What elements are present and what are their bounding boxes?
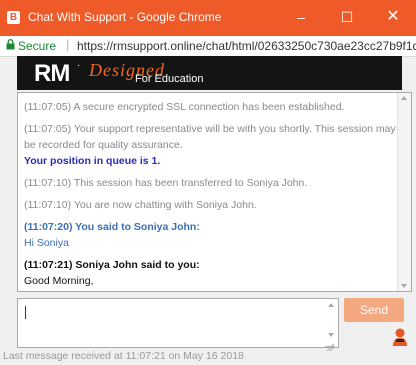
input-scrollbar[interactable] [325,300,337,352]
message-input-decor [17,298,339,352]
for-education-tagline: For Education [135,73,204,85]
user-message: (11:07:20) You said to Soniya John: Hi S… [24,219,396,251]
window-title: Chat With Support - Google Chrome [28,10,222,24]
user-message-body: Hi Soniya [24,237,69,249]
input-scroll-down-arrow[interactable] [328,333,334,337]
url-text[interactable]: https://rmsupport.online/chat/html/02633… [77,39,416,53]
rm-logo-mark: · [77,60,81,71]
maximize-button[interactable]: ☐ [324,0,370,36]
address-bar[interactable]: Secure | https://rmsupport.online/chat/h… [0,36,416,57]
text-caret [25,306,26,319]
lock-icon [6,39,15,53]
chat-scrollbar[interactable] [397,93,411,291]
chat-messages: (11:07:05) A secure encrypted SSL connec… [24,99,396,291]
secure-label: Secure [18,39,57,53]
rm-banner: RM · Designed For Education [17,56,402,90]
queue-position-message: Your position in queue is 1. [24,155,161,167]
agent-message-header: (11:07:21) Soniya John said to you: [24,259,200,271]
minimize-button[interactable]: – [278,0,324,36]
user-message-header: (11:07:20) You said to Soniya John: [24,221,200,233]
send-button[interactable]: Send [344,298,404,322]
resize-grip-icon[interactable] [325,338,335,352]
input-scroll-up-arrow[interactable] [328,303,334,307]
last-message-status: Last message received at 11:07:21 on May… [3,350,244,362]
agent-person-icon [392,327,408,347]
rm-logo: RM [34,60,70,87]
system-message: (11:07:05) Your support representative w… [24,123,396,151]
agent-message: (11:07:21) Soniya John said to you: Good… [24,257,396,289]
system-message: (11:07:10) You are now chatting with Son… [24,199,257,211]
system-message: (11:07:10) This session has been transfe… [24,177,308,189]
agent-message-body: Good Morning, [24,275,94,287]
system-message: (11:07:05) A secure encrypted SSL connec… [24,101,345,113]
title-bar: B Chat With Support - Google Chrome – ☐ … [0,0,416,36]
address-separator: | [66,37,70,52]
scroll-up-arrow[interactable] [401,96,407,100]
system-message-block: (11:07:05) Your support representative w… [24,121,396,169]
close-button[interactable]: ✕ [370,0,416,36]
app-icon: B [7,11,20,24]
scroll-down-arrow[interactable] [401,284,407,288]
chat-transcript[interactable]: (11:07:05) A secure encrypted SSL connec… [17,92,412,292]
